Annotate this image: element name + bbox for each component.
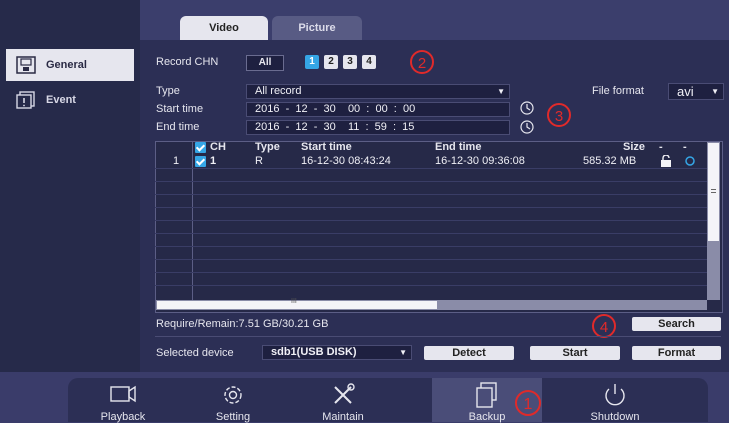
camera-icon	[110, 385, 136, 403]
table-row[interactable]: 1 1 R 16-12-30 08:43:24 16-12-30 09:36:0…	[155, 155, 707, 168]
power-icon	[605, 384, 625, 406]
annotation-3: 3	[547, 103, 571, 127]
disk-icon	[16, 56, 36, 74]
column-end-time: End time	[435, 141, 482, 153]
type-label: Type	[156, 85, 180, 97]
dock-shutdown[interactable]: Shutdown	[560, 378, 670, 423]
tab-video[interactable]: Video	[180, 16, 268, 40]
select-all-checkbox[interactable]	[195, 142, 206, 153]
row-checkbox[interactable]	[195, 156, 206, 167]
row-divider	[155, 194, 707, 195]
device-select[interactable]: sdb1(USB DISK) ▼	[262, 345, 412, 360]
lock-icon[interactable]	[660, 155, 672, 167]
type-select[interactable]: All record ▼	[246, 84, 510, 99]
detect-button[interactable]: Detect	[424, 346, 514, 360]
row-divider	[155, 285, 707, 286]
file-format-label: File format	[592, 85, 644, 97]
dock-label: Maintain	[322, 411, 364, 423]
play-icon[interactable]	[685, 156, 695, 166]
start-time-field[interactable]: 2016 - 12 - 30 00 : 00 : 00	[246, 102, 510, 117]
row-divider	[155, 207, 707, 208]
row-divider	[155, 246, 707, 247]
annotation-2: 2	[410, 50, 434, 74]
annotation-1: 1	[515, 390, 541, 416]
document-alert-icon	[16, 91, 35, 109]
sidebar-item-label: General	[46, 59, 87, 71]
row-divider	[155, 220, 707, 221]
dock-label: Shutdown	[590, 411, 640, 423]
sidebar-item-general[interactable]: General	[6, 49, 134, 81]
channel-3-button[interactable]: 3	[343, 55, 357, 69]
all-channels-button[interactable]: All	[246, 55, 284, 71]
row-size: 585.32 MB	[583, 155, 637, 167]
file-format-select[interactable]: avi ▼	[668, 83, 724, 100]
row-divider	[155, 259, 707, 260]
annotation-4: 4	[592, 314, 616, 338]
dock-setting[interactable]: Setting	[178, 378, 288, 423]
file-format-value: avi	[677, 84, 694, 99]
channel-1-button[interactable]: 1	[305, 55, 319, 69]
row-divider	[155, 181, 707, 182]
clock-icon[interactable]	[520, 101, 534, 115]
row-end-time: 16-12-30 09:36:08	[435, 155, 525, 167]
chevron-down-icon: ▼	[399, 348, 407, 357]
channel-2-button[interactable]: 2	[324, 55, 338, 69]
start-button[interactable]: Start	[530, 346, 620, 360]
tab-picture[interactable]: Picture	[272, 16, 362, 40]
search-button[interactable]: Search	[632, 317, 721, 331]
dock-label: Setting	[215, 411, 251, 423]
column-play: -	[683, 141, 687, 153]
chevron-down-icon: ▼	[711, 87, 719, 96]
column-lock: -	[659, 141, 663, 153]
selected-device-label: Selected device	[156, 347, 234, 359]
row-divider	[155, 233, 707, 234]
table-header: CH Type Start time End time Size - -	[155, 141, 707, 154]
sidebar-item-event[interactable]: Event	[6, 84, 134, 116]
row-start-time: 16-12-30 08:43:24	[301, 155, 391, 167]
gear-icon	[224, 386, 242, 404]
backup-icon	[476, 382, 497, 408]
column-size: Size	[623, 141, 646, 153]
end-time-label: End time	[156, 121, 200, 133]
require-remain-text: Require/Remain:7.51 GB/30.21 GB	[156, 318, 329, 330]
end-time-field[interactable]: 2016 - 12 - 30 11 : 59 : 15	[246, 120, 510, 135]
column-type: Type	[255, 141, 280, 153]
column-ch: CH	[210, 141, 226, 153]
sidebar-item-label: Event	[46, 94, 76, 106]
format-button[interactable]: Format	[632, 346, 721, 360]
row-index: 1	[173, 155, 180, 167]
type-value: All record	[255, 85, 302, 97]
dock-playback[interactable]: Playback	[68, 378, 178, 423]
scroll-grip: III	[291, 298, 297, 305]
horizontal-scroll-thumb[interactable]: III	[157, 298, 437, 309]
vertical-scroll-thumb[interactable]	[708, 143, 719, 241]
dock-maintain[interactable]: Maintain	[288, 378, 398, 423]
row-divider	[155, 168, 707, 169]
start-time-label: Start time	[156, 103, 204, 115]
record-chn-label: Record CHN	[156, 56, 219, 68]
tools-icon	[334, 383, 355, 404]
row-ch: 1	[210, 155, 217, 167]
column-start-time: Start time	[301, 141, 352, 153]
divider	[155, 336, 721, 337]
channel-4-button[interactable]: 4	[362, 55, 376, 69]
row-type: R	[255, 155, 263, 167]
dock-label: Playback	[100, 411, 146, 423]
clock-icon[interactable]	[520, 120, 534, 134]
device-value: sdb1(USB DISK)	[271, 346, 357, 358]
chevron-down-icon: ▼	[497, 87, 505, 96]
row-divider	[155, 272, 707, 273]
